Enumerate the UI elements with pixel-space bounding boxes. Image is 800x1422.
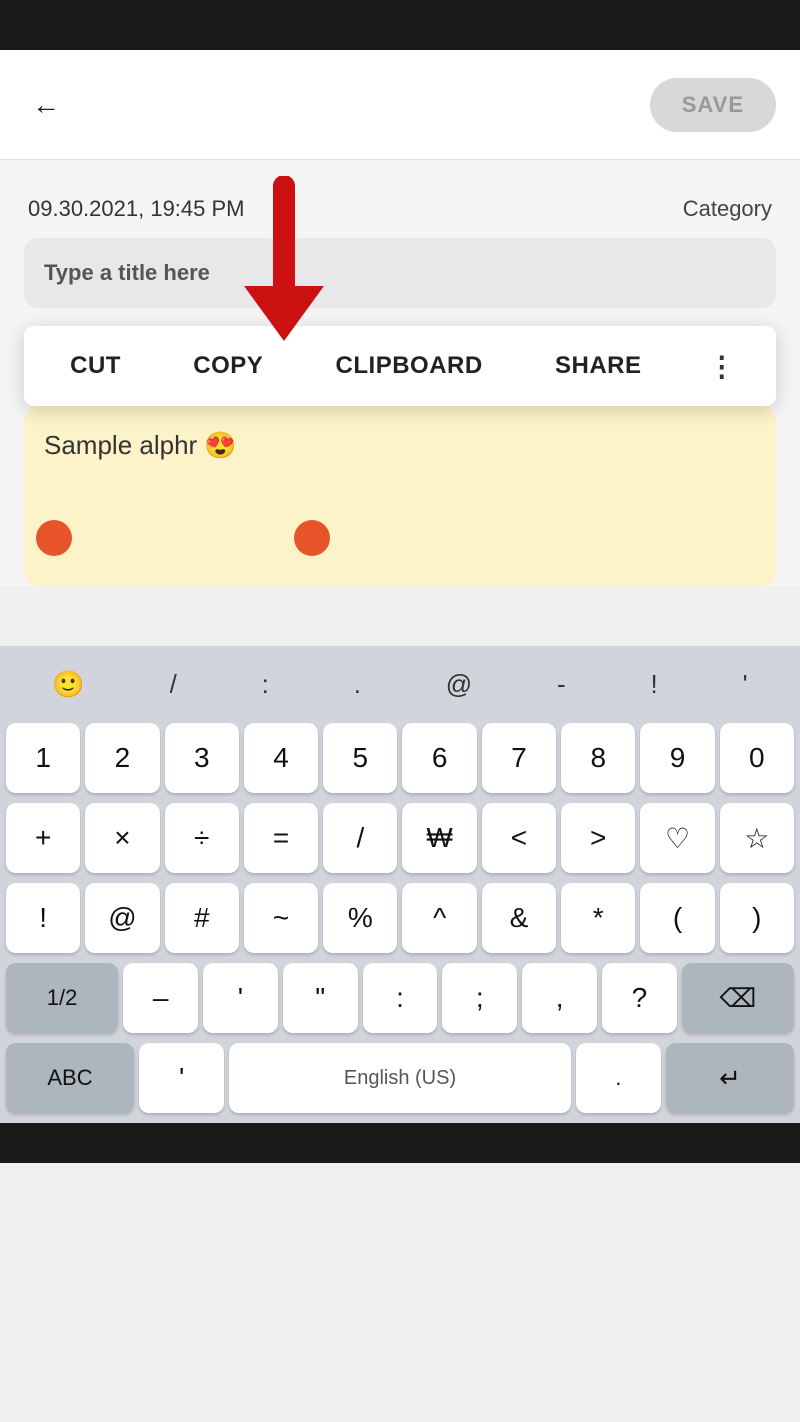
key-apostrophe2[interactable]: ' xyxy=(139,1043,224,1113)
key-close-paren[interactable]: ) xyxy=(720,883,794,953)
key-2[interactable]: 2 xyxy=(85,723,159,793)
key-heart[interactable]: ♡ xyxy=(640,803,714,873)
keyboard: 🙂 / : . @ - ! ' 1 2 3 4 5 6 7 8 9 0 + × … xyxy=(0,646,800,1123)
bottom-bar xyxy=(0,1123,800,1163)
date-category-row: 09.30.2021, 19:45 PM Category xyxy=(24,180,776,238)
emoji-key[interactable]: 🙂 xyxy=(42,663,94,706)
key-abc[interactable]: ABC xyxy=(6,1043,134,1113)
share-button[interactable]: SHARE xyxy=(537,342,660,390)
key-open-paren[interactable]: ( xyxy=(640,883,714,953)
key-question[interactable]: ? xyxy=(602,963,677,1033)
note-text: Sample alphr 😍 xyxy=(44,430,237,460)
status-bar xyxy=(0,0,800,50)
key-caret[interactable]: ^ xyxy=(402,883,476,953)
key-0[interactable]: 0 xyxy=(720,723,794,793)
key-9[interactable]: 9 xyxy=(640,723,714,793)
colon-key[interactable]: : xyxy=(252,663,279,706)
key-fwd-slash[interactable]: / xyxy=(323,803,397,873)
key-ampersand[interactable]: & xyxy=(482,883,556,953)
note-content[interactable]: Sample alphr 😍 xyxy=(24,406,776,586)
math-row: + × ÷ = / ₩ < > ♡ ☆ xyxy=(0,798,800,878)
key-5[interactable]: 5 xyxy=(323,723,397,793)
copy-button[interactable]: COPY xyxy=(175,342,281,390)
bottom-row: ABC ' English (US) . ↵ xyxy=(0,1038,800,1123)
slash-key[interactable]: / xyxy=(160,663,187,706)
category-label[interactable]: Category xyxy=(683,196,772,222)
red-arrow-annotation xyxy=(224,176,344,346)
key-hash[interactable]: # xyxy=(165,883,239,953)
save-button[interactable]: SAVE xyxy=(650,78,776,132)
selection-handle-right xyxy=(294,520,330,556)
key-at2[interactable]: @ xyxy=(85,883,159,953)
key-page-1-2[interactable]: 1/2 xyxy=(6,963,118,1033)
key-tilde[interactable]: ~ xyxy=(244,883,318,953)
key-divide[interactable]: ÷ xyxy=(165,803,239,873)
backspace-key[interactable]: ⌫ xyxy=(682,963,794,1033)
key-period2[interactable]: . xyxy=(576,1043,661,1113)
key-8[interactable]: 8 xyxy=(561,723,635,793)
key-1[interactable]: 1 xyxy=(6,723,80,793)
exclaim-key[interactable]: ! xyxy=(641,663,668,706)
space-key[interactable]: English (US) xyxy=(229,1043,570,1113)
key-plus[interactable]: + xyxy=(6,803,80,873)
key-gt[interactable]: > xyxy=(561,803,635,873)
row4: 1/2 – ' " : ; , ? ⌫ xyxy=(0,958,800,1038)
keyboard-special-row: 🙂 / : . @ - ! ' xyxy=(0,646,800,718)
more-button[interactable]: ⋮ xyxy=(696,340,748,393)
key-times[interactable]: × xyxy=(85,803,159,873)
key-single-quote[interactable]: ' xyxy=(203,963,278,1033)
context-menu-container: CUT COPY CLIPBOARD SHARE ⋮ xyxy=(24,326,776,406)
key-4[interactable]: 4 xyxy=(244,723,318,793)
key-endash[interactable]: – xyxy=(123,963,198,1033)
at-key[interactable]: @ xyxy=(436,663,482,706)
key-equals[interactable]: = xyxy=(244,803,318,873)
selection-handle-left xyxy=(36,520,72,556)
key-comma[interactable]: , xyxy=(522,963,597,1033)
key-double-quote[interactable]: " xyxy=(283,963,358,1033)
note-content-wrapper: Sample alphr 😍 xyxy=(24,406,776,586)
key-3[interactable]: 3 xyxy=(165,723,239,793)
back-button[interactable]: ← xyxy=(24,81,68,129)
context-menu: CUT COPY CLIPBOARD SHARE ⋮ xyxy=(24,326,776,406)
title-placeholder: Type a title here xyxy=(44,260,210,285)
date-label: 09.30.2021, 19:45 PM xyxy=(28,196,245,222)
key-won[interactable]: ₩ xyxy=(402,803,476,873)
apostrophe-key[interactable]: ' xyxy=(733,663,758,706)
key-6[interactable]: 6 xyxy=(402,723,476,793)
clipboard-button[interactable]: CLIPBOARD xyxy=(318,342,501,390)
key-star[interactable]: ☆ xyxy=(720,803,794,873)
key-7[interactable]: 7 xyxy=(482,723,556,793)
period-key[interactable]: . xyxy=(344,663,371,706)
header: ← SAVE xyxy=(0,50,800,160)
cut-button[interactable]: CUT xyxy=(52,342,139,390)
key-semicolon[interactable]: ; xyxy=(442,963,517,1033)
key-asterisk[interactable]: * xyxy=(561,883,635,953)
key-percent[interactable]: % xyxy=(323,883,397,953)
number-row: 1 2 3 4 5 6 7 8 9 0 xyxy=(0,718,800,798)
key-colon2[interactable]: : xyxy=(363,963,438,1033)
dash-key[interactable]: - xyxy=(547,663,576,706)
key-lt[interactable]: < xyxy=(482,803,556,873)
content-area: 09.30.2021, 19:45 PM Category Type a tit… xyxy=(0,160,800,586)
title-input-area[interactable]: Type a title here xyxy=(24,238,776,308)
enter-key[interactable]: ↵ xyxy=(666,1043,794,1113)
special-chars-row: ! @ # ~ % ^ & * ( ) xyxy=(0,878,800,958)
key-exclaim2[interactable]: ! xyxy=(6,883,80,953)
